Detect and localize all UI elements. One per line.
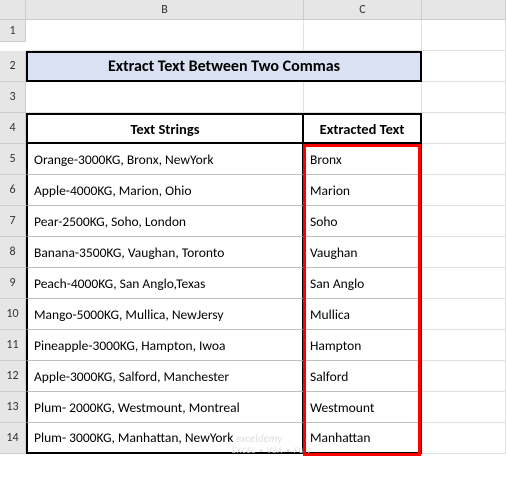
cell-overflow-3: [422, 82, 506, 113]
cell-C10[interactable]: Mullica: [304, 299, 422, 330]
cell-B12[interactable]: Apple-3000KG, Salford, Manchester: [26, 361, 304, 392]
cell-C8[interactable]: Vaughan: [304, 237, 422, 268]
row-header-14[interactable]: 14: [0, 423, 26, 454]
col-header-overflow: [422, 0, 506, 20]
header-extracted-text[interactable]: Extracted Text: [304, 113, 422, 144]
cell-C14[interactable]: Manhattan: [304, 423, 422, 454]
cell-C11[interactable]: Hampton: [304, 330, 422, 361]
cell-B1[interactable]: [26, 20, 304, 51]
cell-C5[interactable]: Bronx: [304, 144, 422, 175]
cell-C13[interactable]: Westmount: [304, 392, 422, 423]
row-header-13[interactable]: 13: [0, 392, 26, 423]
cell-B8[interactable]: Banana-3500KG, Vaughan, Toronto: [26, 237, 304, 268]
cell-overflow-2: [422, 51, 506, 82]
row-header-6[interactable]: 6: [0, 175, 26, 206]
cell-B5[interactable]: Orange-3000KG, Bronx, NewYork: [26, 144, 304, 175]
select-all-corner[interactable]: [0, 0, 26, 20]
cell-B11[interactable]: Pineapple-3000KG, Hampton, Iwoa: [26, 330, 304, 361]
cell-C12[interactable]: Salford: [304, 361, 422, 392]
col-header-C[interactable]: C: [304, 0, 422, 20]
cell-C9[interactable]: San Anglo: [304, 268, 422, 299]
title-cell[interactable]: Extract Text Between Two Commas: [26, 51, 422, 82]
row-header-3[interactable]: 3: [0, 82, 26, 113]
cell-overflow-1: [422, 20, 506, 51]
cell-B9[interactable]: Peach-4000KG, San Anglo,Texas: [26, 268, 304, 299]
cell-C3[interactable]: [304, 82, 422, 113]
cell-B6[interactable]: Apple-4000KG, Marion, Ohio: [26, 175, 304, 206]
cell-B7[interactable]: Pear-2500KG, Soho, London: [26, 206, 304, 237]
row-header-10[interactable]: 10: [0, 299, 26, 330]
cell-B3[interactable]: [26, 82, 304, 113]
cell-overflow-4: [422, 113, 506, 144]
cell-B14[interactable]: Plum- 3000KG, Manhattan, NewYork: [26, 423, 304, 454]
cell-C1[interactable]: [304, 20, 422, 51]
spreadsheet-grid: B C 1 2 Extract Text Between Two Commas …: [0, 0, 506, 454]
row-header-12[interactable]: 12: [0, 361, 26, 392]
row-header-9[interactable]: 9: [0, 268, 26, 299]
cell-B10[interactable]: Mango-5000KG, Mullica, NewJersy: [26, 299, 304, 330]
cell-B13[interactable]: Plum- 2000KG, Westmount, Montreal: [26, 392, 304, 423]
row-header-2[interactable]: 2: [0, 51, 26, 82]
row-header-5[interactable]: 5: [0, 144, 26, 175]
row-header-7[interactable]: 7: [0, 206, 26, 237]
row-header-11[interactable]: 11: [0, 330, 26, 361]
cell-C6[interactable]: Marion: [304, 175, 422, 206]
col-header-B[interactable]: B: [26, 0, 304, 20]
row-header-4[interactable]: 4: [0, 113, 26, 144]
row-header-8[interactable]: 8: [0, 237, 26, 268]
header-text-strings[interactable]: Text Strings: [26, 113, 304, 144]
cell-C7[interactable]: Soho: [304, 206, 422, 237]
row-header-1[interactable]: 1: [0, 20, 26, 42]
